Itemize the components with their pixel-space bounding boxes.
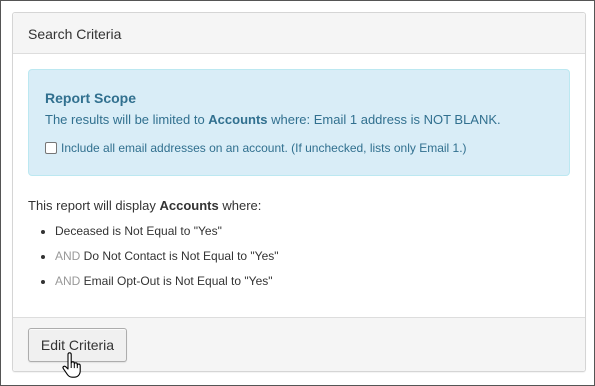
search-criteria-panel: Search Criteria Report Scope The results… (12, 12, 586, 372)
criteria-item: AND Email Opt-Out is Not Equal to "Yes" (39, 274, 279, 299)
criteria-list: Deceased is Not Equal to "Yes" AND Do No… (39, 224, 279, 299)
criteria-conjunction: AND (55, 249, 84, 263)
include-all-emails-option[interactable]: Include all email addresses on an accoun… (45, 141, 467, 155)
display-summary: This report will display Accounts where: (28, 198, 261, 213)
criteria-text: Email Opt-Out is Not Equal to "Yes" (83, 274, 273, 288)
scope-desc-entity: Accounts (208, 112, 268, 127)
hand-pointer-icon (62, 352, 81, 378)
criteria-conjunction: AND (55, 274, 84, 288)
include-all-emails-label: Include all email addresses on an accoun… (61, 141, 467, 155)
report-scope-box: Report Scope The results will be limited… (28, 69, 570, 176)
window-frame: Search Criteria Report Scope The results… (0, 0, 595, 386)
criteria-item: Deceased is Not Equal to "Yes" (39, 224, 279, 249)
display-prefix: This report will display (28, 198, 160, 213)
display-entity: Accounts (159, 198, 219, 213)
panel-footer: Edit Criteria (13, 317, 585, 371)
include-all-emails-checkbox[interactable] (45, 142, 57, 154)
display-suffix: where: (218, 198, 262, 213)
criteria-text: Deceased is Not Equal to "Yes" (55, 224, 222, 238)
criteria-item: AND Do Not Contact is Not Equal to "Yes" (39, 249, 279, 274)
scope-desc-prefix: The results will be limited to (45, 112, 209, 127)
report-scope-title: Report Scope (45, 90, 137, 106)
scope-desc-suffix: where: Email 1 address is NOT BLANK. (267, 112, 501, 127)
report-scope-description: The results will be limited to Accounts … (45, 112, 501, 127)
panel-heading: Search Criteria (13, 13, 585, 54)
criteria-text: Do Not Contact is Not Equal to "Yes" (83, 249, 279, 263)
